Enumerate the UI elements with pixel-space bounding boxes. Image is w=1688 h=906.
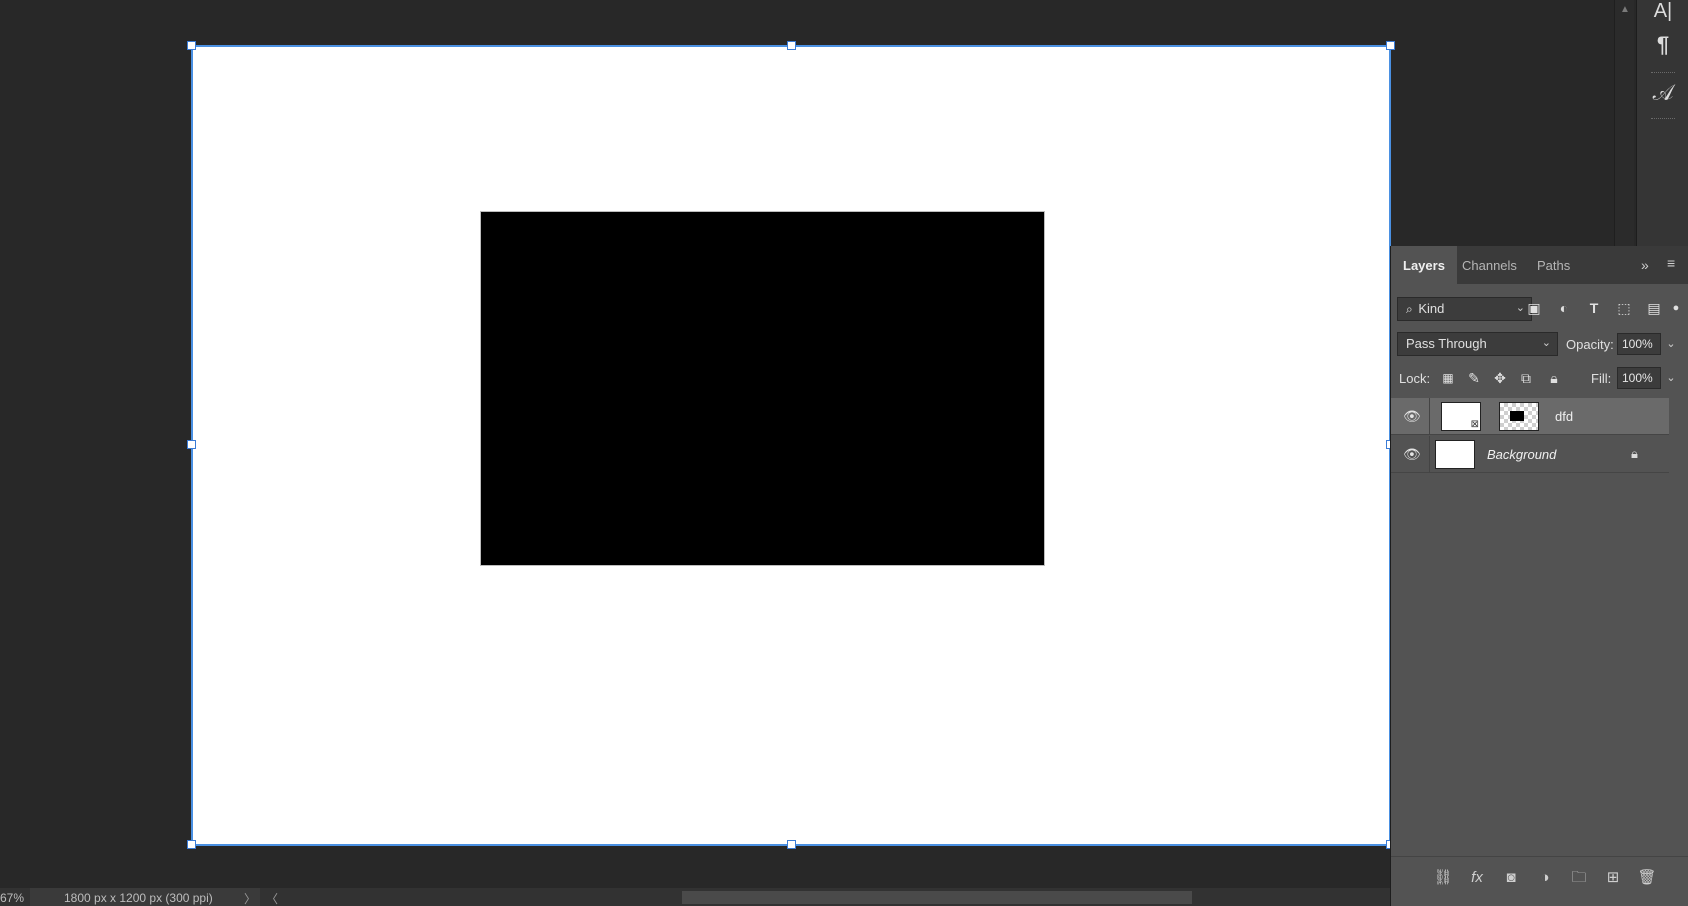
filter-type-layers-icon[interactable]: T (1583, 297, 1605, 319)
layers-panel-footer: ⛓ fx ◙ ◑ 🗀 ⊞ 🗑︎ (1391, 856, 1688, 906)
vertical-scrollbar[interactable]: ▲ (1614, 0, 1634, 246)
lock-position-icon[interactable]: ✥ (1489, 367, 1511, 389)
layer-thumbnail[interactable]: ⊠ (1441, 402, 1481, 431)
filter-kind-dropdown[interactable]: ⌕ Kind ⌄ (1397, 297, 1532, 321)
lock-image-pixels-icon[interactable]: ✎ (1463, 367, 1485, 389)
new-adjustment-layer-icon[interactable]: ◑ (1533, 867, 1557, 889)
transform-handle-top-left[interactable] (187, 41, 196, 50)
zoom-level[interactable]: 67% (0, 891, 30, 905)
layer-thumbnail[interactable] (1435, 440, 1475, 469)
opacity-input[interactable]: 100% (1617, 333, 1661, 355)
tab-channels[interactable]: Channels (1450, 246, 1529, 284)
layers-panel: Layers Channels Paths » ≡ ⌕ Kind ⌄ ▣ ◐ T… (1390, 246, 1688, 906)
tab-paths[interactable]: Paths (1525, 246, 1582, 284)
mask-black-rect (1510, 411, 1524, 421)
blend-mode-dropdown[interactable]: Pass Through ⌄ (1397, 332, 1558, 356)
panel-menu-icon[interactable]: ≡ (1667, 255, 1675, 271)
link-layers-icon[interactable]: ⛓ (1431, 867, 1455, 889)
transform-handle-middle-left[interactable] (187, 440, 196, 449)
opacity-label: Opacity: (1566, 337, 1614, 352)
opacity-chevron-icon[interactable]: ⌄ (1663, 333, 1679, 355)
lock-all-icon[interactable]: 🔒︎ (1543, 367, 1565, 389)
layer-filter-row: ⌕ Kind ⌄ ▣ ◐ T ⬚ ▤ ● (1391, 297, 1688, 321)
smart-object-badge-icon: ⊠ (1470, 419, 1479, 430)
visibility-eye-icon[interactable]: 👁︎ (1403, 408, 1421, 424)
new-layer-icon[interactable]: ⊞ (1601, 867, 1625, 889)
transform-handle-top-center[interactable] (787, 41, 796, 50)
layer-lock-icon[interactable]: 🔒︎ (1631, 446, 1638, 462)
document-canvas[interactable] (191, 45, 1391, 845)
document-size-text: 1800 px x 1200 px (300 ppi) (64, 891, 213, 905)
fill-input[interactable]: 100% (1617, 367, 1661, 389)
paragraph-panel-icon[interactable]: ¶ (1637, 32, 1688, 58)
layer-row-dfd[interactable]: 👁︎ ⊠ dfd (1391, 398, 1669, 435)
black-rectangle-content[interactable] (480, 211, 1045, 566)
status-menu-arrow-icon[interactable]: 〉 (244, 890, 256, 906)
layer-row-background[interactable]: 👁︎ Background 🔒︎ (1391, 436, 1669, 473)
tab-layers[interactable]: Layers (1391, 246, 1457, 284)
lock-transparent-pixels-icon[interactable]: ▦ (1437, 367, 1459, 389)
filter-smart-objects-icon[interactable]: ▤ (1643, 297, 1665, 319)
search-icon: ⌕ (1406, 302, 1413, 316)
strip-divider (1651, 118, 1675, 119)
layer-name[interactable]: dfd (1555, 409, 1573, 424)
layer-name[interactable]: Background (1487, 447, 1556, 462)
document-info[interactable]: 1800 px x 1200 px (300 ppi) (30, 888, 260, 906)
layer-list: 👁︎ ⊠ dfd 👁︎ Background 🔒︎ (1391, 398, 1688, 848)
lock-fill-row: Lock: ▦ ✎ ✥ ⧉ 🔒︎ Fill: 100% ⌄ (1391, 366, 1688, 390)
opacity-value: 100% (1622, 337, 1653, 351)
filter-toggle-icon[interactable]: ● (1665, 297, 1687, 319)
delete-layer-trash-icon[interactable]: 🗑︎ (1635, 867, 1659, 889)
panel-tab-bar: Layers Channels Paths » ≡ (1391, 246, 1688, 284)
canvas-area[interactable] (0, 0, 1614, 888)
fill-label: Fill: (1591, 371, 1612, 386)
strip-divider (1651, 72, 1675, 73)
lock-artboard-icon[interactable]: ⧉ (1515, 367, 1537, 389)
fill-value: 100% (1622, 371, 1653, 385)
filter-kind-value: Kind (1418, 301, 1445, 316)
add-mask-icon[interactable]: ◙ (1499, 867, 1523, 889)
fill-chevron-icon[interactable]: ⌄ (1663, 367, 1679, 389)
expand-panels-icon[interactable]: » (1641, 257, 1649, 273)
transform-handle-bottom-center[interactable] (787, 840, 796, 849)
collapsed-panels-strip: A| ¶ 𝒜 (1636, 0, 1688, 246)
chevron-down-icon: ⌄ (1541, 337, 1551, 349)
scroll-up-arrow-icon[interactable]: ▲ (1620, 4, 1630, 15)
visibility-column-divider (1429, 398, 1430, 435)
character-panel-icon[interactable]: A| (1637, 0, 1688, 23)
filter-shape-layers-icon[interactable]: ⬚ (1613, 297, 1635, 319)
blend-opacity-row: Pass Through ⌄ Opacity: 100% ⌄ (1391, 332, 1688, 356)
transform-handle-bottom-left[interactable] (187, 840, 196, 849)
glyphs-panel-icon[interactable]: 𝒜 (1637, 80, 1688, 106)
scroll-left-arrow-icon[interactable]: 〈 (266, 890, 278, 906)
visibility-column-divider (1429, 436, 1430, 473)
horizontal-scrollbar-thumb[interactable] (682, 891, 1192, 904)
filter-pixel-layers-icon[interactable]: ▣ (1523, 297, 1545, 319)
layer-style-fx-icon[interactable]: fx (1465, 867, 1489, 889)
lock-label: Lock: (1399, 371, 1431, 386)
new-group-folder-icon[interactable]: 🗀 (1567, 867, 1591, 889)
filter-adjustment-layers-icon[interactable]: ◐ (1553, 297, 1575, 319)
blend-mode-value: Pass Through (1406, 336, 1487, 351)
visibility-eye-icon[interactable]: 👁︎ (1403, 446, 1421, 462)
transform-handle-top-right[interactable] (1386, 41, 1395, 50)
layer-mask-thumbnail[interactable] (1499, 402, 1539, 431)
